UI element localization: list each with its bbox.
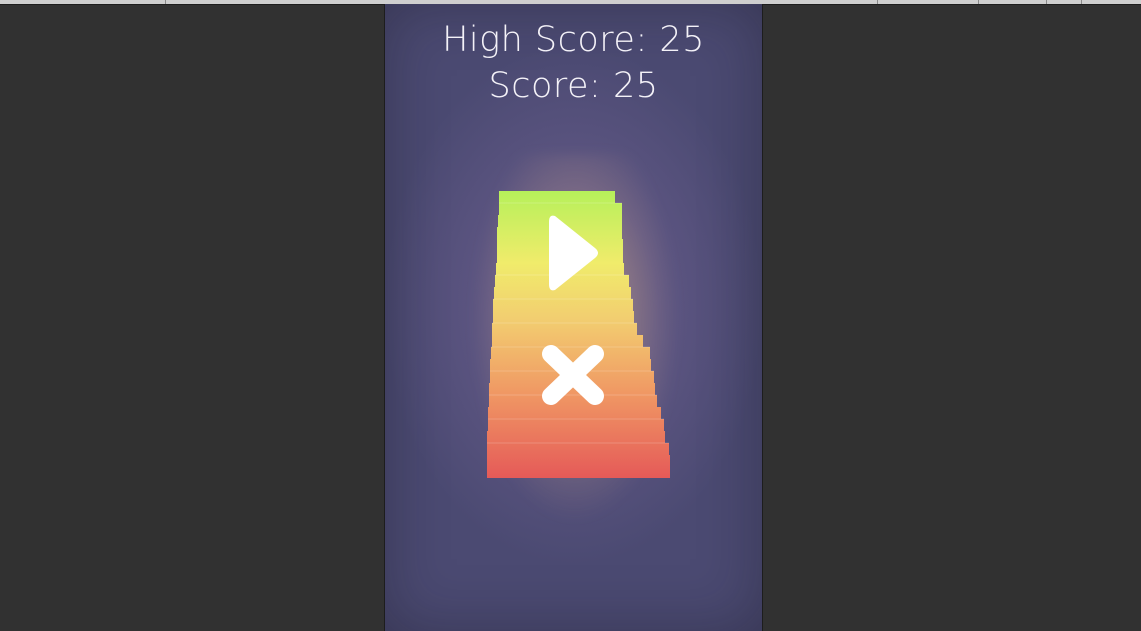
tower-block: [487, 443, 669, 457]
game-viewport: High Score: 25 Score: 25: [384, 4, 763, 631]
tower-block: [487, 455, 670, 478]
top-bar-divider: [978, 0, 979, 4]
top-bar-divider: [1046, 0, 1047, 4]
tower-block: [488, 419, 664, 433]
top-bar-divider: [1081, 0, 1082, 4]
play-icon: [549, 215, 598, 291]
top-bar-divider: [165, 0, 166, 4]
close-icon: [542, 345, 604, 405]
close-button[interactable]: [537, 341, 609, 409]
tower-block: [492, 323, 637, 337]
block-tower: [487, 191, 670, 478]
play-button[interactable]: [545, 210, 603, 296]
top-bar-divider: [877, 0, 878, 4]
tower-block: [493, 299, 633, 313]
